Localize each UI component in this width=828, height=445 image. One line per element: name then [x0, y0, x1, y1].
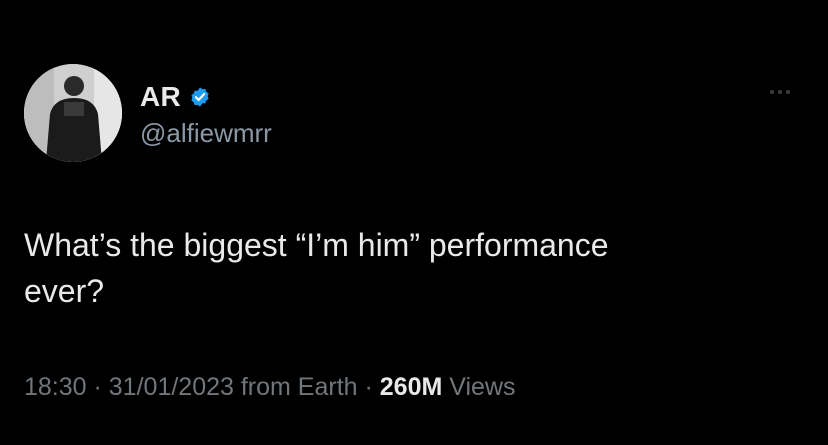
avatar-image: [24, 64, 122, 162]
meta-separator: ·: [86, 373, 109, 401]
views-count[interactable]: 260M: [380, 373, 443, 401]
tweet-date[interactable]: 31/01/2023: [109, 373, 234, 401]
views-label: Views: [442, 373, 516, 401]
meta-separator: ·: [357, 373, 380, 401]
tweet-text: What’s the biggest “I’m him” performance…: [24, 227, 609, 309]
display-name[interactable]: AR: [140, 81, 181, 113]
tweet-card: AR @alfiewmrr What’s the biggest “I’m hi…: [0, 0, 828, 445]
tweet-time[interactable]: 18:30: [24, 373, 87, 401]
more-horizontal-icon[interactable]: [760, 82, 800, 102]
name-row: AR: [140, 80, 272, 114]
tweet-header: AR @alfiewmrr: [140, 80, 272, 149]
verified-badge-icon: [189, 86, 211, 108]
user-handle[interactable]: @alfiewmrr: [140, 118, 272, 149]
tweet-source: from Earth: [233, 373, 358, 401]
avatar[interactable]: [24, 64, 122, 162]
tweet-meta: 18:30 · 31/01/2023 from Earth · 260M Vie…: [24, 373, 516, 402]
